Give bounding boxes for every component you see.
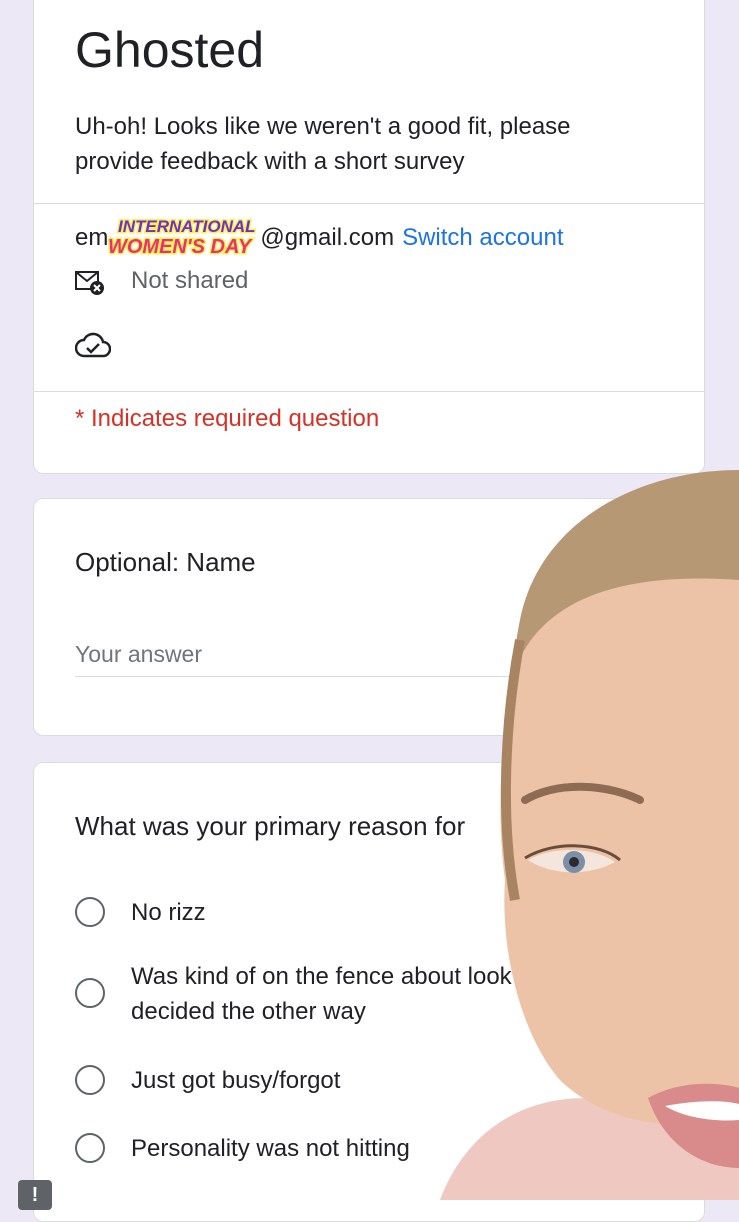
sticker-line-1: INTERNATIONAL — [118, 217, 256, 236]
required-note: * Indicates required question — [75, 405, 380, 432]
radio-option-label: Personality was not hitting — [131, 1135, 410, 1162]
alert-icon: ! — [18, 1180, 52, 1210]
account-row: em INTERNATIONAL WOMEN'S DAY @gmail.com S… — [75, 215, 564, 260]
radio-icon[interactable] — [75, 978, 105, 1008]
form-header-card: Ghosted Uh-oh! Looks like we weren't a g… — [33, 0, 705, 474]
account-email-suffix: @gmail.com — [260, 224, 395, 251]
switch-account-link[interactable]: Switch account — [402, 224, 563, 251]
radio-option-label: Just got busy/forgot — [131, 1067, 341, 1094]
form-title: Ghosted — [75, 22, 265, 78]
womens-day-sticker: INTERNATIONAL WOMEN'S DAY — [108, 215, 260, 260]
not-shared-label: Not shared — [131, 267, 249, 294]
divider — [34, 203, 704, 204]
name-answer-input[interactable] — [75, 641, 535, 677]
question-card-name: Optional: Name — [33, 498, 705, 736]
question-title: Optional: Name — [75, 547, 256, 577]
divider — [34, 391, 704, 392]
cloud-check-icon — [74, 331, 112, 364]
radio-icon[interactable] — [75, 1133, 105, 1163]
question-card-reason: What was your primary reason for No rizz… — [33, 762, 705, 1222]
sticker-line-2: WOMEN'S DAY — [108, 236, 253, 258]
question-title: What was your primary reason for — [75, 811, 466, 841]
radio-option-label: Was kind of on the fence about look deci… — [131, 963, 512, 1025]
form-description: Uh-oh! Looks like we weren't a good fit,… — [75, 113, 571, 175]
mail-blocked-icon — [75, 269, 105, 302]
radio-icon[interactable] — [75, 1065, 105, 1095]
account-email-prefix: em — [75, 224, 109, 251]
radio-icon[interactable] — [75, 897, 105, 927]
radio-option-label: No rizz — [131, 899, 206, 926]
